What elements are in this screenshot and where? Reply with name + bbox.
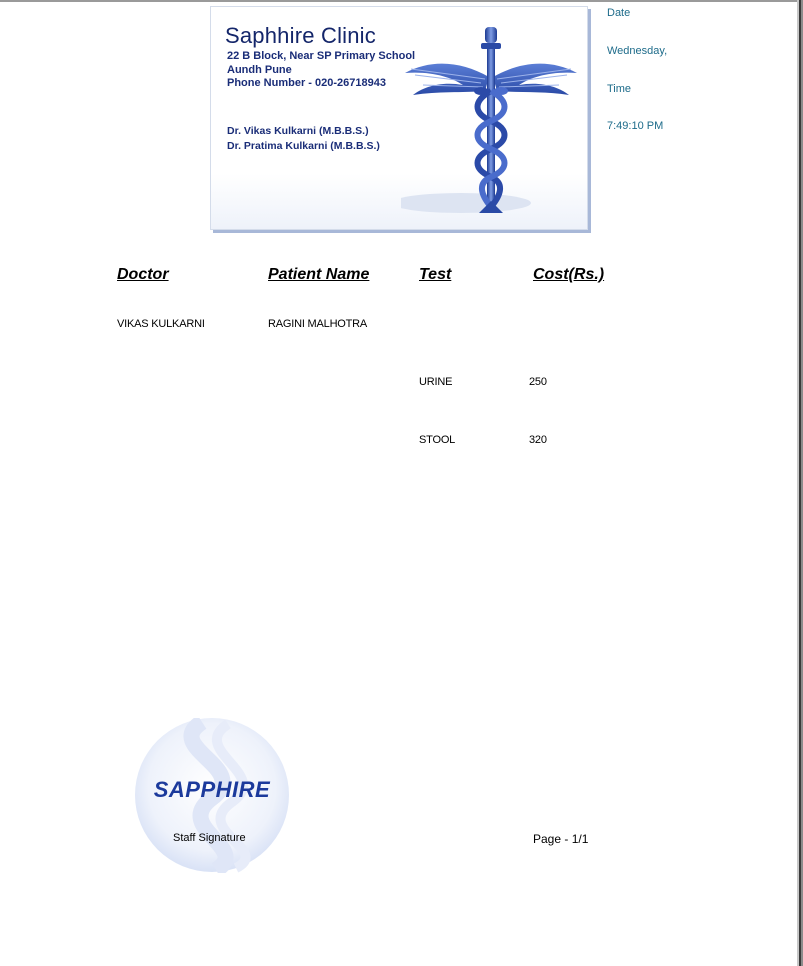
header-doctor: Doctor	[117, 266, 169, 283]
cost-cell: 320	[529, 434, 547, 446]
staff-signature-label: Staff Signature	[173, 832, 246, 844]
clinic-header-card: Saphhire Clinic 22 B Block, Near SP Prim…	[210, 6, 588, 230]
date-label: Date	[607, 7, 631, 19]
page-number: Page - 1/1	[533, 832, 589, 846]
caduceus-icon	[401, 27, 577, 213]
date-value: Wednesday,	[607, 45, 668, 57]
logo-text: SAPPHIRE	[153, 777, 271, 802]
header-patient-name: Patient Name	[268, 266, 370, 283]
time-value: 7:49:10 PM	[607, 120, 664, 132]
clinic-phone: Phone Number - 020-26718943	[227, 77, 386, 89]
clinic-address-line1: 22 B Block, Near SP Primary School	[227, 50, 416, 62]
clinic-name: Saphhire Clinic	[225, 23, 376, 48]
time-label: Time	[607, 83, 632, 95]
clinic-address-line2: Aundh Pune	[227, 64, 292, 76]
clinic-doctor-2: Dr. Pratima Kulkarni (M.B.B.S.)	[227, 140, 380, 152]
test-cell: URINE	[419, 376, 453, 388]
cost-cell: 250	[529, 376, 547, 388]
doctor-cell: VIKAS KULKARNI	[117, 318, 205, 330]
header-cost: Cost(Rs.)	[533, 266, 605, 283]
patient-name-cell: RAGINI MALHOTRA	[268, 318, 368, 330]
window-top-border	[0, 0, 803, 2]
test-cell: STOOL	[419, 434, 456, 446]
window-right-border	[797, 0, 803, 966]
sapphire-logo: SAPPHIRE	[132, 715, 292, 877]
clinic-doctor-1: Dr. Vikas Kulkarni (M.B.B.S.)	[227, 125, 369, 137]
header-test: Test	[419, 266, 452, 283]
